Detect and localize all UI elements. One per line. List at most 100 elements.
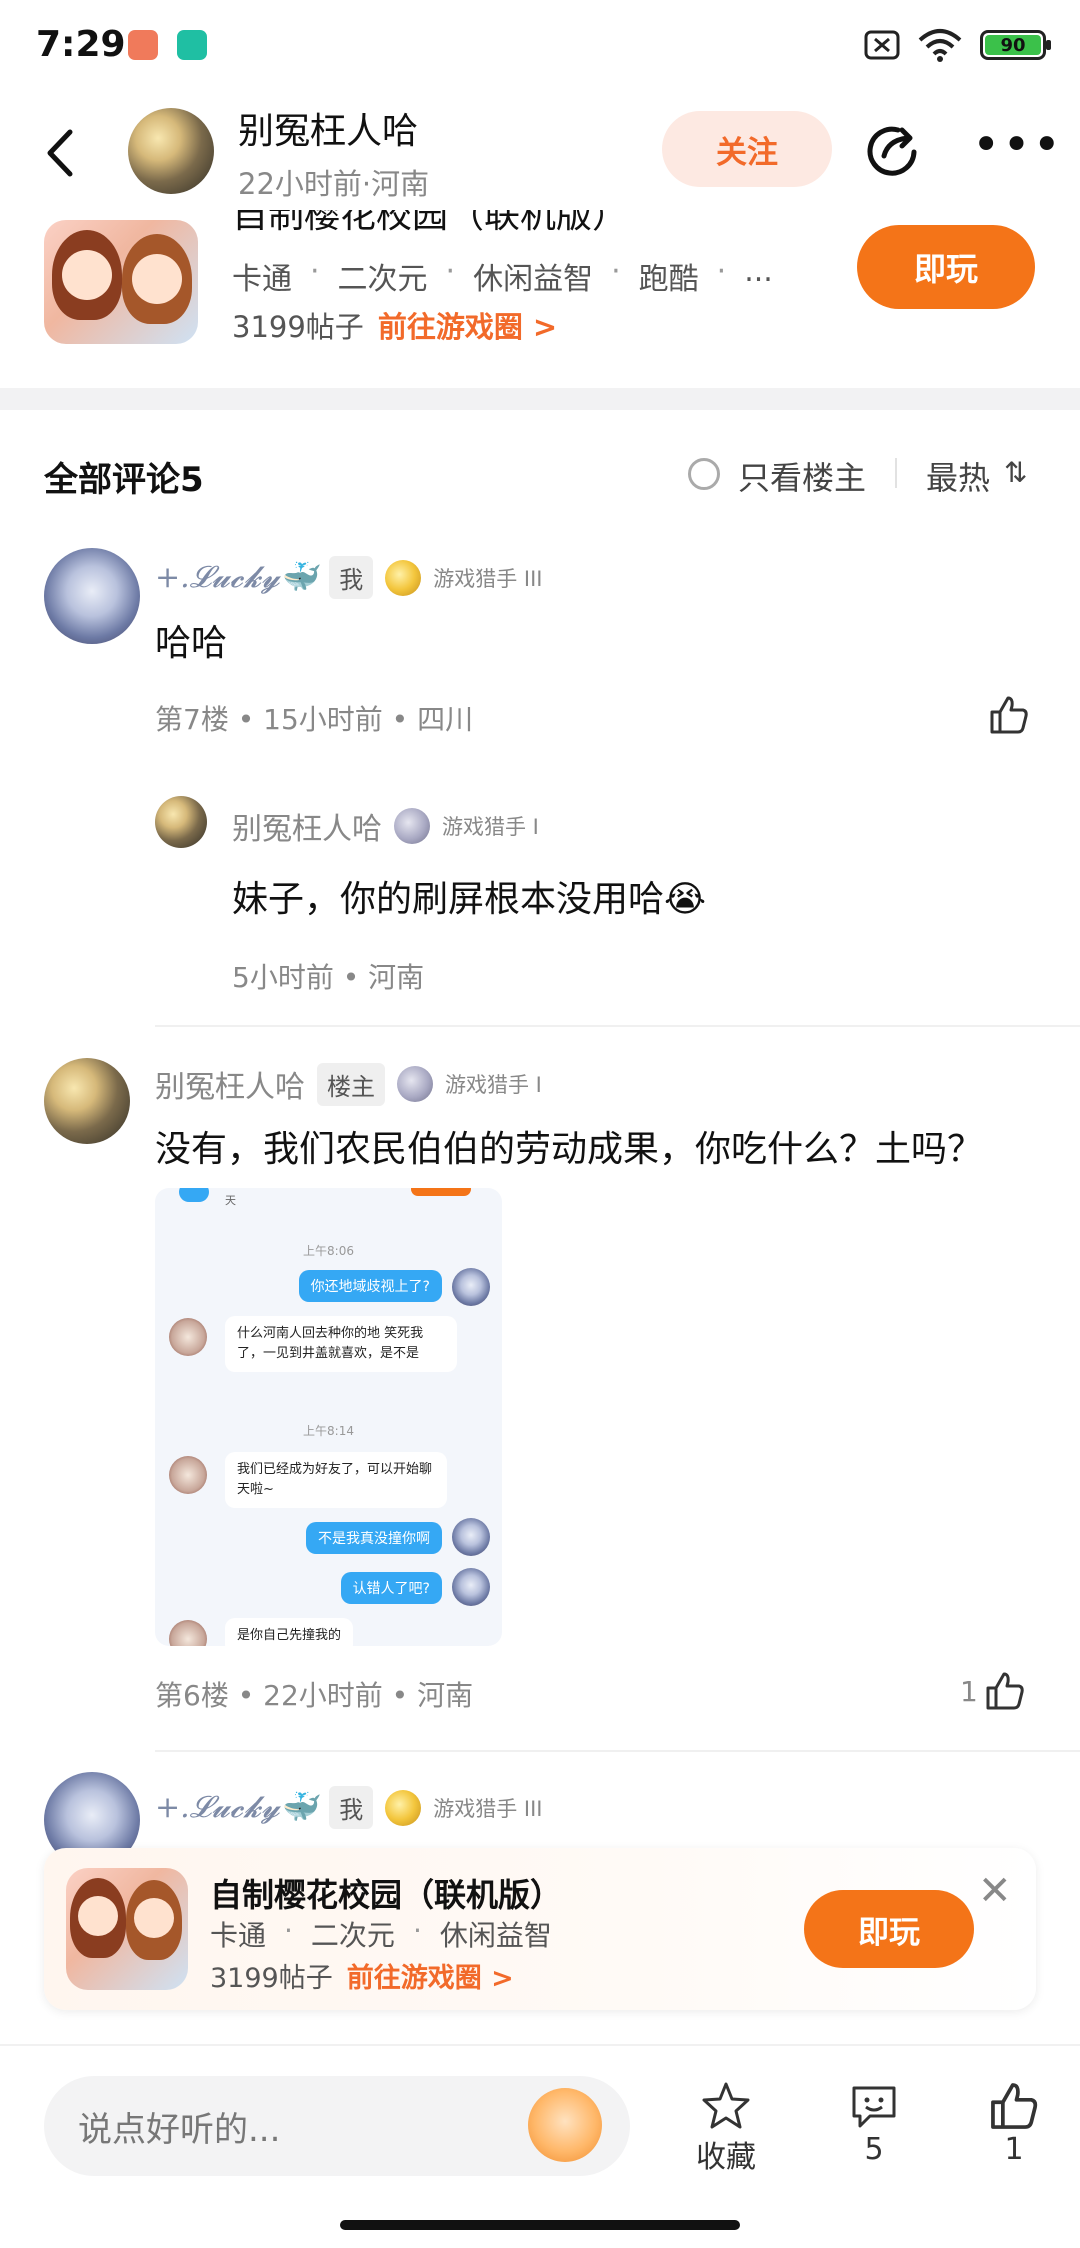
me-tag: 我: [329, 1786, 374, 1829]
game-tag: 卡通: [210, 1919, 267, 1952]
battery-level: 90: [985, 35, 1041, 56]
game-title-clip: 自制樱花校园（联机版）: [232, 210, 652, 236]
image-message: 是你自己先撞我的: [225, 1618, 354, 1646]
game-tag: 卡通: [232, 262, 292, 297]
post-count: 3199帖子: [232, 310, 364, 344]
image-avatar: [452, 1568, 490, 1606]
commenter-name[interactable]: 别冤枉人哈: [155, 1062, 305, 1106]
comment-text[interactable]: 没有，我们农民伯伯的劳动成果，你吃什么？土吗？: [155, 1120, 983, 1172]
host-tag: 楼主: [317, 1062, 385, 1106]
like-icon[interactable]: [984, 1670, 1026, 1712]
commenter-avatar[interactable]: [44, 1058, 130, 1144]
follow-button[interactable]: 关注: [662, 111, 832, 187]
sort-icon[interactable]: ⇅: [1004, 456, 1027, 489]
banner-game-thumbnail[interactable]: [66, 1868, 188, 1990]
like-icon: [991, 2083, 1038, 2129]
commenter-name[interactable]: +.𝓛𝓾𝓬𝓴𝔂🐳: [155, 1790, 317, 1825]
section-divider: [0, 388, 1080, 410]
level-badge-icon: [385, 559, 422, 596]
close-icon[interactable]: ✕: [978, 1868, 1012, 1914]
status-right: 90: [864, 28, 1051, 62]
wifi-icon: [918, 29, 962, 62]
comment-icon: [852, 2086, 896, 2128]
level-label: 游戏猎手 III: [433, 566, 543, 591]
game-circle-link[interactable]: 前往游戏圈 >: [378, 304, 557, 346]
image-avatar: [169, 1456, 207, 1494]
only-host-radio[interactable]: [688, 458, 720, 490]
comment-user-row: +.𝓛𝓾𝓬𝓴𝔂🐳 我 游戏猎手 III: [155, 1786, 542, 1829]
post-count: 3199帖子: [210, 1963, 333, 1994]
level-badge-icon: [385, 1789, 422, 1826]
game-tag: 休闲益智: [473, 262, 594, 297]
sim-off-icon: [864, 30, 900, 60]
reply-avatar[interactable]: [155, 796, 207, 848]
comment-meta: 第6楼 • 22小时前 • 河南: [155, 1679, 474, 1712]
level-label: 游戏猎手 I: [445, 1073, 542, 1097]
level-badge-icon: [394, 808, 430, 844]
status-time: 7:29: [36, 24, 126, 65]
image-avatar: [452, 1268, 490, 1306]
divider: [155, 1025, 1080, 1027]
comment-text[interactable]: 哈哈: [155, 614, 227, 666]
banner-game-stats: 3199帖子 前往游戏圈 >: [210, 1956, 514, 1995]
game-tag: 二次元: [310, 1919, 395, 1952]
reply-name[interactable]: 别冤枉人哈: [232, 804, 382, 848]
comment-count: 5: [864, 2132, 884, 2167]
comment-user-row: 别冤枉人哈 楼主 游戏猎手 I: [155, 1062, 542, 1106]
game-tag: 休闲益智: [439, 1919, 552, 1952]
game-tag: 跑酷: [638, 262, 699, 297]
game-tags: 卡通 · 二次元 · 休闲益智 · 跑酷 · ...: [232, 254, 773, 297]
collect-button[interactable]: 收藏: [696, 2080, 756, 2176]
more-icon[interactable]: •••: [972, 121, 1063, 169]
author-avatar[interactable]: [128, 108, 214, 194]
post-meta: 22小时前·河南: [238, 167, 430, 201]
image-message: 我们已经成为好友了，可以开始聊天啦~: [225, 1452, 447, 1508]
comment-button[interactable]: 5: [848, 2080, 900, 2167]
banner-game-title[interactable]: 自制樱花校园（联机版）: [210, 1870, 562, 1916]
reply-user-row: 别冤枉人哈 游戏猎手 I: [232, 804, 539, 848]
banner-play-button[interactable]: 即玩: [804, 1890, 974, 1968]
home-indicator[interactable]: [340, 2220, 740, 2230]
image-time: 上午8:06: [303, 1244, 354, 1258]
game-tag: 二次元: [337, 262, 428, 297]
like-count: 1: [1004, 2132, 1024, 2167]
like-icon[interactable]: [988, 694, 1030, 736]
share-icon[interactable]: [864, 122, 920, 178]
image-avatar: [169, 1620, 207, 1646]
back-icon[interactable]: [44, 128, 74, 178]
image-message: 不是我真没撞你啊: [306, 1522, 442, 1554]
game-circle-link[interactable]: 前往游戏圈 >: [347, 1956, 514, 1995]
game-thumbnail[interactable]: [44, 220, 198, 344]
status-bar: 7:29 90: [0, 0, 1080, 95]
level-badge-icon: [397, 1066, 433, 1102]
app-notification-icon: [128, 30, 158, 60]
author-name[interactable]: 别冤枉人哈: [238, 102, 418, 154]
star-icon: [702, 2082, 750, 2129]
banner-game-tags: 卡通 · 二次元 · 休闲益智: [210, 1914, 552, 1952]
divider: [895, 458, 897, 488]
like-group[interactable]: 1: [960, 1670, 1026, 1712]
image-time: 上午8:14: [303, 1424, 354, 1438]
level-label: 游戏猎手 III: [433, 1796, 543, 1821]
game-title: 自制樱花校园（联机版）: [232, 210, 629, 236]
comment-image[interactable]: 天 上午8:06 你还地域歧视上了? 什么河南人回去种你的地 笑死我了，一见到井…: [155, 1188, 502, 1646]
like-button[interactable]: 1: [988, 2080, 1040, 2167]
comment-meta: 第7楼 • 15小时前 • 四川: [155, 703, 474, 736]
game-tag: ...: [744, 254, 773, 289]
commenter-name[interactable]: +.𝓛𝓾𝓬𝓴𝔂🐳: [155, 560, 317, 595]
commenter-avatar[interactable]: [44, 548, 140, 644]
comment-user-row: +.𝓛𝓾𝓬𝓴𝔂🐳 我 游戏猎手 III: [155, 556, 542, 599]
image-message: 你还地域歧视上了?: [298, 1270, 442, 1302]
game-stats: 3199帖子 前往游戏圈 >: [232, 304, 557, 346]
sort-button[interactable]: 最热: [926, 453, 990, 499]
mascot-emoji-icon[interactable]: [528, 2088, 602, 2162]
shield-icon: [177, 30, 207, 60]
image-avatar: [169, 1318, 207, 1356]
reply-text[interactable]: 妹子，你的刷屏根本没用哈😭: [232, 870, 706, 922]
like-count: 1: [960, 1674, 978, 1708]
only-host-label[interactable]: 只看楼主: [738, 453, 866, 499]
image-text: 天: [225, 1194, 236, 1207]
battery-icon: 90: [980, 30, 1051, 60]
play-button[interactable]: 即玩: [857, 225, 1035, 309]
collect-label: 收藏: [696, 2140, 756, 2175]
